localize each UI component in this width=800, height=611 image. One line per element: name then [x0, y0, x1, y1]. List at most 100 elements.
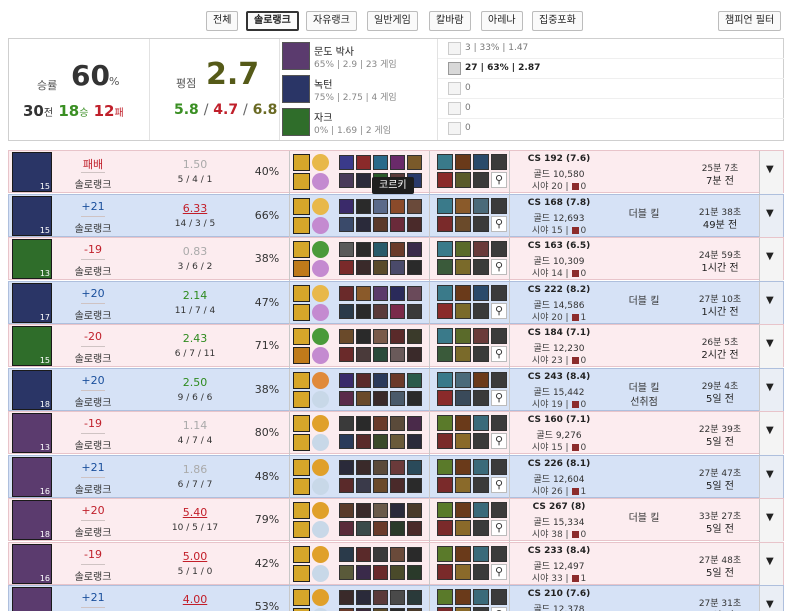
search-icon[interactable]: ⚲: [491, 346, 507, 362]
participant-champion-icon[interactable]: [356, 434, 371, 449]
participant-champion-icon[interactable]: [356, 347, 371, 362]
match-row[interactable]: 17 +20 솔로랭크 2.14 11 / 7 / 4 47% ⚲ CS 222 (8.2) 골…: [8, 280, 784, 325]
trinket-icon[interactable]: [491, 154, 507, 170]
item-icon[interactable]: [455, 328, 471, 344]
champion-portrait-icon[interactable]: 16: [12, 456, 52, 497]
participant-champion-icon[interactable]: [407, 285, 422, 301]
participant-champion-icon[interactable]: [356, 260, 371, 275]
participant-champion-icon[interactable]: [339, 285, 354, 301]
participant-champion-icon[interactable]: [390, 155, 405, 170]
participant-champion-icon[interactable]: [339, 416, 354, 431]
item-icon[interactable]: [455, 563, 471, 580]
expand-button[interactable]: ▼: [759, 412, 783, 455]
item-icon[interactable]: [473, 328, 489, 344]
participant-champion-icon[interactable]: [356, 372, 371, 388]
item-icon[interactable]: [455, 284, 471, 301]
match-row[interactable]: 15 +21 솔로랭크 6.33 14 / 3 / 5 66% ⚲ CS 168 (7.8) 골…: [8, 193, 784, 238]
participant-champion-icon[interactable]: [373, 329, 388, 344]
champion-portrait-icon[interactable]: 15: [12, 195, 52, 236]
participant-champion-icon[interactable]: [356, 390, 371, 406]
item-icon[interactable]: [473, 197, 489, 214]
match-row[interactable]: 16 +21 솔로랭크 1.86 6 / 7 / 7 48% ⚲ CS 226 (8.1) 골드…: [8, 454, 784, 499]
search-icon[interactable]: ⚲: [491, 476, 507, 493]
item-icon[interactable]: [437, 589, 453, 605]
item-icon[interactable]: [437, 389, 453, 406]
participant-champion-icon[interactable]: [339, 521, 354, 536]
participant-champion-icon[interactable]: [390, 590, 405, 605]
participant-champion-icon[interactable]: [339, 477, 354, 493]
match-row[interactable]: 18 +20 솔로랭크 5.40 10 / 5 / 17 79% ⚲ CS 267 (8) 골드…: [8, 498, 784, 542]
item-icon[interactable]: [473, 259, 489, 275]
most-champion-2[interactable]: 녹턴 75% | 2.75 | 4 게임: [280, 73, 438, 106]
participant-champion-icon[interactable]: [373, 155, 388, 170]
expand-button[interactable]: ▼: [759, 586, 783, 611]
search-icon[interactable]: ⚲: [491, 433, 507, 449]
participant-champion-icon[interactable]: [356, 155, 371, 170]
item-icon[interactable]: [473, 476, 489, 493]
participant-champion-icon[interactable]: [339, 546, 354, 562]
participant-champion-icon[interactable]: [390, 242, 405, 257]
participant-champion-icon[interactable]: [373, 477, 388, 493]
champion-portrait-icon[interactable]: 13: [12, 239, 52, 279]
expand-button[interactable]: ▼: [759, 194, 783, 238]
participant-champion-icon[interactable]: [390, 390, 405, 406]
item-icon[interactable]: [455, 458, 471, 475]
item-icon[interactable]: [437, 520, 453, 536]
item-icon[interactable]: [437, 328, 453, 344]
champion-portrait-icon[interactable]: 15: [12, 326, 52, 366]
expand-button[interactable]: ▼: [759, 455, 783, 499]
item-icon[interactable]: [437, 433, 453, 449]
participant-champion-icon[interactable]: [407, 503, 422, 518]
participant-champion-icon[interactable]: [407, 416, 422, 431]
champion-portrait-icon[interactable]: 17: [12, 282, 52, 323]
item-icon[interactable]: [473, 589, 489, 605]
participant-champion-icon[interactable]: [339, 347, 354, 362]
item-icon[interactable]: [473, 520, 489, 536]
trinket-icon[interactable]: [491, 371, 507, 388]
trinket-icon[interactable]: [491, 502, 507, 518]
participant-champion-icon[interactable]: [339, 590, 354, 605]
champion-portrait-icon[interactable]: 18: [12, 369, 52, 410]
item-icon[interactable]: [455, 415, 471, 431]
item-icon[interactable]: [455, 346, 471, 362]
participant-champion-icon[interactable]: [356, 216, 371, 232]
item-icon[interactable]: [455, 259, 471, 275]
item-icon[interactable]: [437, 215, 453, 232]
participant-champion-icon[interactable]: [407, 260, 422, 275]
participant-champion-icon[interactable]: [407, 303, 422, 319]
search-icon[interactable]: ⚲: [491, 259, 507, 275]
participant-champion-icon[interactable]: [339, 198, 354, 214]
participant-champion-icon[interactable]: [356, 503, 371, 518]
item-icon[interactable]: [455, 154, 471, 170]
champion-portrait-icon[interactable]: 15: [12, 152, 52, 192]
search-icon[interactable]: ⚲: [491, 563, 507, 580]
item-icon[interactable]: [455, 520, 471, 536]
item-icon[interactable]: [473, 389, 489, 406]
item-icon[interactable]: [437, 197, 453, 214]
participant-champion-icon[interactable]: [390, 459, 405, 475]
item-icon[interactable]: [473, 284, 489, 301]
participant-champion-icon[interactable]: [407, 198, 422, 214]
item-icon[interactable]: [455, 197, 471, 214]
participant-champion-icon[interactable]: [373, 546, 388, 562]
item-icon[interactable]: [473, 458, 489, 475]
expand-button[interactable]: ▼: [759, 151, 783, 194]
item-icon[interactable]: [473, 502, 489, 518]
participant-champion-icon[interactable]: [339, 564, 354, 580]
participant-champion-icon[interactable]: [390, 434, 405, 449]
participant-champion-icon[interactable]: [407, 329, 422, 344]
participant-champion-icon[interactable]: [407, 372, 422, 388]
item-icon[interactable]: [437, 346, 453, 362]
participant-champion-icon[interactable]: [407, 434, 422, 449]
participant-champion-icon[interactable]: [339, 503, 354, 518]
participant-champion-icon[interactable]: [390, 521, 405, 536]
item-icon[interactable]: [455, 502, 471, 518]
participant-champion-icon[interactable]: [373, 242, 388, 257]
search-icon[interactable]: ⚲: [491, 607, 507, 611]
match-row[interactable]: +21솔로랭크 4.00 53% ⚲ CS 210 (7.6) 골드 12,378 27분 …: [8, 585, 784, 611]
most-champion-3[interactable]: 자크 0% | 1.69 | 2 게임: [280, 106, 438, 139]
item-icon[interactable]: [473, 215, 489, 232]
search-icon[interactable]: ⚲: [491, 389, 507, 406]
tab-urf[interactable]: 집중포화: [532, 11, 583, 31]
item-icon[interactable]: [473, 241, 489, 257]
